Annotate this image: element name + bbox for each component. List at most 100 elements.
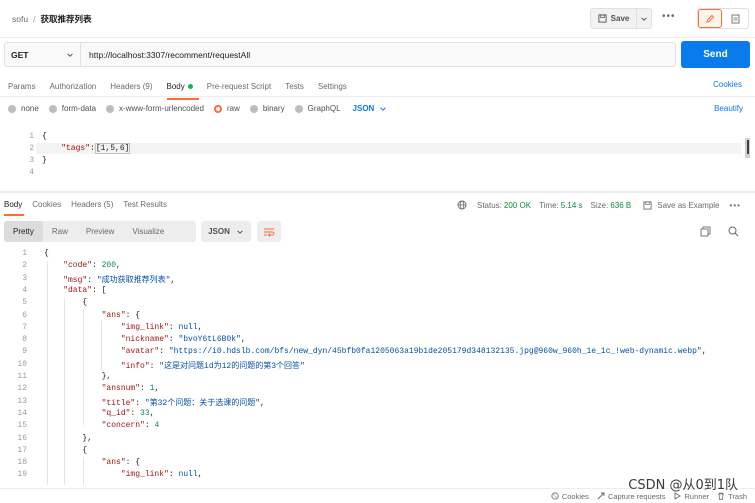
size-info[interactable]: Size: 636 B [591,201,632,210]
send-label: Send [703,49,728,60]
save-dropdown-button[interactable] [637,9,651,28]
chevron-down-icon [237,229,243,234]
response-tab-body[interactable]: Body [4,200,22,209]
chevron-down-icon [67,52,73,57]
time-value: 5.14 s [560,200,583,210]
tab-headers[interactable]: Headers (9) [110,82,152,91]
method-label: GET [11,49,29,60]
request-body-editor[interactable]: 1 2 3 4 { "tags":[1,5,6] } [0,126,755,188]
response-code-line: "ansnum": 1, [101,384,160,394]
breadcrumb-separator: / [33,14,36,24]
chevron-down-icon [641,16,647,21]
request-title[interactable]: 获取推荐列表 [40,13,91,25]
status-info[interactable]: Status: 200 OK [477,201,531,210]
response-code-line: }, [44,372,112,381]
time-info[interactable]: Time: 5.14 s [539,201,583,210]
search-icon[interactable] [728,226,739,239]
request-response-divider[interactable] [0,191,755,193]
active-tab-underline [4,214,24,216]
method-select[interactable]: GET [4,42,81,67]
response-code-line: "nickname": "bvoY6tL6B0k", [120,335,246,345]
globe-icon[interactable] [457,200,467,210]
status-bar-cookies-label: Cookies [561,491,589,501]
mode-toggle[interactable] [697,8,749,29]
tabs-divider [0,96,755,97]
response-tab-headers[interactable]: Headers (5) [71,200,113,209]
send-button[interactable]: Send [681,41,750,68]
breadcrumb-workspace[interactable]: sofu [12,14,28,24]
view-raw[interactable]: Raw [43,221,77,242]
radio-button [294,104,303,113]
trash-icon [718,492,725,500]
radio-urlencoded[interactable]: x-www-form-urlencoded [106,104,204,113]
url-input[interactable]: http://localhost:3307/recomment/requestA… [81,42,676,67]
tab-body-label: Body [166,81,185,91]
tab-tests[interactable]: Tests [285,82,304,91]
response-format-select[interactable]: JSON [201,221,251,242]
response-code-line: { [44,298,88,308]
view-visualize[interactable]: Visualize [123,221,173,242]
save-button-group[interactable]: Save [590,8,652,29]
radio-none[interactable]: none [8,104,39,113]
status-bar-cookies[interactable]: Cookies [551,492,589,501]
radio-binary[interactable]: binary [249,104,285,113]
radio-raw[interactable]: raw [213,104,240,113]
active-line-highlight [36,143,741,154]
wrap-lines-icon [264,228,275,237]
tab-authorization[interactable]: Authorization [50,82,97,91]
edit-mode-button[interactable] [698,9,722,28]
code-line: "tags":[1,5,6] [42,143,131,154]
code-line: { [42,132,47,141]
more-actions-button[interactable]: ••• [662,11,676,22]
brace: } [42,156,47,165]
more-options-icon[interactable]: ••• [730,201,741,210]
capture-icon [597,492,605,500]
radio-button [106,104,115,113]
radio-label: raw [226,104,240,113]
cookies-link[interactable]: Cookies [713,80,742,89]
text-cursor [747,140,749,154]
response-view-modes: Pretty Raw Preview Visualize [4,221,196,242]
line-number: 12 [17,384,27,394]
line-number: 15 [17,421,27,431]
response-code-line: }, [44,433,93,443]
body-type-options: none form-data x-www-form-urlencoded raw… [8,104,387,113]
save-button[interactable]: Save [591,9,637,28]
response-code-line: { [44,249,49,258]
radio-graphql[interactable]: GraphQL [294,104,341,113]
runner-icon [675,492,682,500]
tab-prerequest-script[interactable]: Pre-request Script [207,82,271,91]
line-number: 9 [22,347,27,357]
size-label: Size: [590,200,609,210]
response-body-viewer[interactable]: 1 {2 "code": 200, 3 "msg": "成功获取推荐列表", 4 "d… [0,247,755,485]
line-number: 1 [29,132,34,141]
line-number: 6 [22,310,27,320]
tab-params[interactable]: Params [8,82,36,91]
response-tab-cookies[interactable]: Cookies [32,200,61,209]
copy-icon[interactable] [700,226,711,239]
response-code-line: "data": [ [63,285,107,295]
wrap-lines-button[interactable] [257,221,281,242]
status-value: 200 OK [503,200,532,210]
beautify-link[interactable]: Beautify [714,104,743,113]
radio-form-data[interactable]: form-data [48,104,96,113]
response-code-line: "img_link": null, [120,470,203,480]
code-line: } [42,156,47,165]
tab-settings[interactable]: Settings [318,82,347,91]
documentation-mode-button[interactable] [722,9,748,28]
request-header: sofu / 获取推荐列表 Save ••• [0,0,755,38]
save-icon [643,200,652,210]
response-code-line: "q_id": 33, [101,408,155,418]
save-icon [598,14,607,23]
body-format-select[interactable]: JSON [353,104,388,113]
tab-body[interactable]: Body [166,81,200,100]
response-tab-test-results[interactable]: Test Results [123,200,167,209]
line-number: 13 [17,396,27,406]
save-as-example-button[interactable]: Save as Example [639,200,720,210]
response-code-line: "avatar": "https://i0.hdslb.com/bfs/new_… [120,347,707,357]
radio-label: none [21,104,39,113]
chevron-down-icon [380,106,387,111]
view-pretty[interactable]: Pretty [4,221,43,242]
response-code-line: "msg": "成功获取推荐列表", [63,275,176,285]
view-preview[interactable]: Preview [77,221,123,242]
